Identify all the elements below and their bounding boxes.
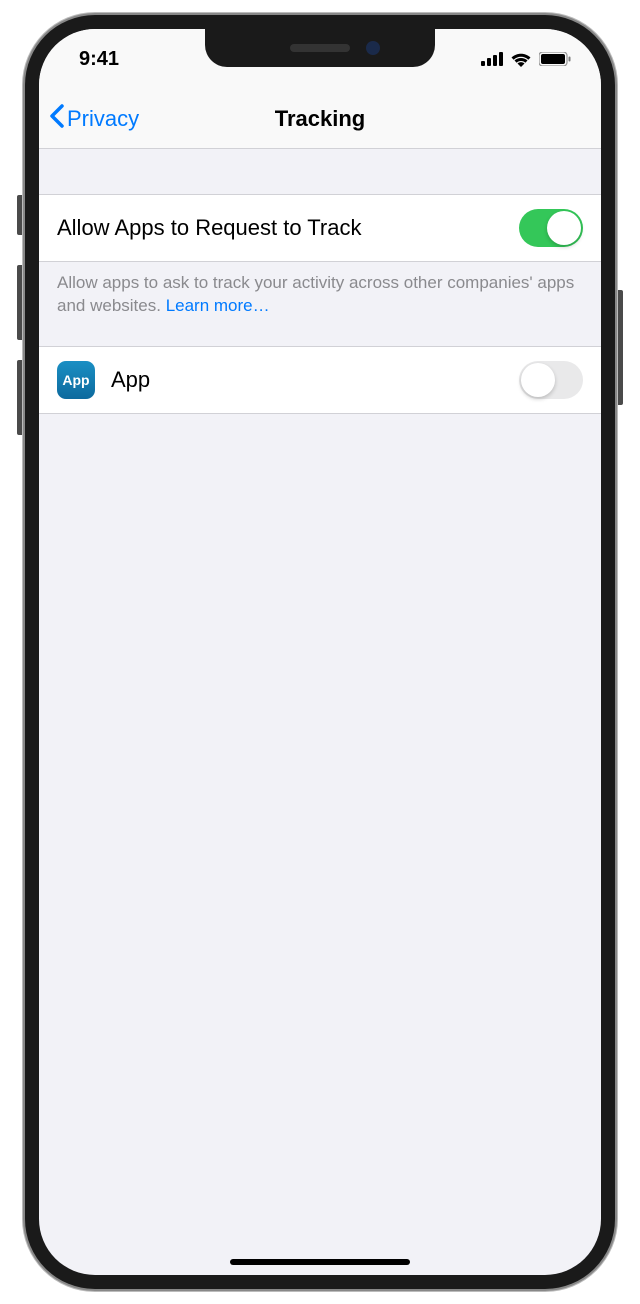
side-button — [615, 290, 623, 405]
section-footer: Allow apps to ask to track your activity… — [39, 262, 601, 346]
mute-switch — [17, 195, 25, 235]
volume-up-button — [17, 265, 25, 340]
content-area: Allow Apps to Request to Track Allow app… — [39, 149, 601, 414]
back-button[interactable]: Privacy — [39, 104, 139, 134]
switch-knob — [547, 211, 581, 245]
status-icons — [481, 51, 571, 67]
allow-tracking-label: Allow Apps to Request to Track — [57, 215, 519, 241]
volume-down-button — [17, 360, 25, 435]
chevron-left-icon — [49, 104, 65, 134]
back-label: Privacy — [67, 106, 139, 132]
screen: 9:41 — [39, 29, 601, 1275]
speaker-grille — [290, 44, 350, 52]
app-icon: App — [57, 361, 95, 399]
app-tracking-row: App App — [39, 346, 601, 414]
allow-tracking-toggle[interactable] — [519, 209, 583, 247]
app-name-label: App — [111, 367, 519, 393]
switch-knob — [521, 363, 555, 397]
learn-more-link[interactable]: Learn more… — [166, 296, 270, 315]
device-frame: 9:41 — [25, 15, 615, 1289]
status-time: 9:41 — [79, 48, 119, 71]
battery-icon — [539, 52, 571, 66]
navigation-bar: Privacy Tracking — [39, 89, 601, 149]
home-indicator[interactable] — [230, 1259, 410, 1265]
app-tracking-toggle[interactable] — [519, 361, 583, 399]
cellular-icon — [481, 52, 503, 66]
page-title: Tracking — [275, 106, 365, 132]
wifi-icon — [510, 51, 532, 67]
footer-description: Allow apps to ask to track your activity… — [57, 273, 574, 315]
notch — [205, 29, 435, 67]
allow-tracking-row: Allow Apps to Request to Track — [39, 194, 601, 262]
front-camera — [366, 41, 380, 55]
